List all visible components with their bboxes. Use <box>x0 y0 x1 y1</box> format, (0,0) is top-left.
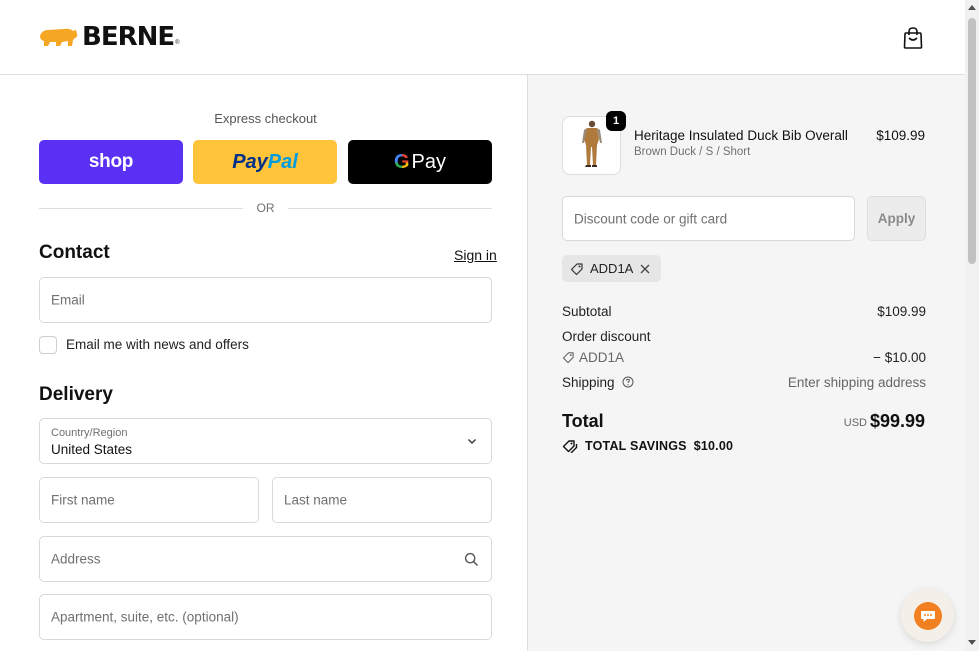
apartment-placeholder: Apartment, suite, etc. (optional) <box>51 609 239 625</box>
newsletter-label[interactable]: Email me with news and offers <box>66 337 249 352</box>
page-scrollbar[interactable] <box>965 0 979 651</box>
or-divider: OR <box>39 200 492 216</box>
email-placeholder: Email <box>51 292 85 308</box>
subtotal-label: Subtotal <box>562 304 612 319</box>
registered-mark: ® <box>175 40 180 46</box>
contact-heading: Contact <box>39 242 110 263</box>
shipping-label: Shipping <box>562 375 615 390</box>
savings-tag-icon <box>562 440 578 453</box>
brand-name: BERNE <box>82 22 175 52</box>
first-name-field[interactable]: First name <box>39 477 259 523</box>
paypal-pal-text: Pal <box>267 150 298 173</box>
applied-code-text: ADD1A <box>590 261 634 276</box>
scroll-down-arrow-icon[interactable] <box>968 640 976 645</box>
checkout-form: Express checkout shop Pay Pal G Pay OR Co… <box>0 75 527 651</box>
chat-widget-button[interactable] <box>901 589 954 642</box>
discount-placeholder: Discount code or gift card <box>574 211 728 226</box>
tag-icon <box>570 262 583 275</box>
apply-discount-button[interactable]: Apply <box>867 196 926 241</box>
quantity-badge: 1 <box>606 111 626 131</box>
last-name-placeholder: Last name <box>284 492 348 508</box>
subtotal-row: Subtotal $109.99 <box>562 304 926 319</box>
discount-code-row: ADD1A − $10.00 <box>562 350 926 365</box>
country-label: Country/Region <box>51 427 128 439</box>
paypal-pay-text: Pay <box>232 150 268 173</box>
order-summary: 1 Heritage Insulated Duck Bib Overall Br… <box>527 75 965 651</box>
discount-code-text: ADD1A <box>579 350 625 365</box>
subtotal-value: $109.99 <box>877 304 926 319</box>
google-pay-label: Pay <box>411 150 447 173</box>
bear-logo-icon <box>40 28 78 46</box>
total-savings: TOTAL SAVINGS $10.00 <box>562 439 733 453</box>
remove-discount-icon[interactable] <box>639 263 651 275</box>
paypal-button[interactable]: Pay Pal <box>193 140 337 184</box>
apartment-field[interactable]: Apartment, suite, etc. (optional) <box>39 594 492 640</box>
total-currency: USD <box>843 417 867 429</box>
shop-pay-label: shop <box>88 151 134 172</box>
country-value: United States <box>51 442 133 457</box>
savings-value: $10.00 <box>693 439 734 453</box>
shipping-row: Shipping Enter shipping address <box>562 375 926 390</box>
total-label: Total <box>562 411 604 431</box>
chevron-down-icon <box>468 439 476 444</box>
applied-discount-chip: ADD1A <box>562 255 662 282</box>
google-g-icon: G <box>393 150 410 173</box>
discount-code-field[interactable]: Discount code or gift card <box>562 196 855 241</box>
tag-icon <box>562 352 574 364</box>
scrollbar-thumb[interactable] <box>968 18 976 264</box>
country-select[interactable]: Country/Region United States <box>39 418 492 464</box>
google-pay-button[interactable]: G Pay <box>348 140 492 184</box>
first-name-placeholder: First name <box>51 492 115 508</box>
express-checkout-label: Express checkout <box>214 111 317 126</box>
product-price: $109.99 <box>876 128 925 143</box>
total-value: $99.99 <box>869 411 925 431</box>
header: BERNE ® <box>0 0 965 75</box>
order-discount-label: Order discount <box>562 329 651 344</box>
scroll-up-arrow-icon[interactable] <box>968 5 976 10</box>
shopping-bag-icon[interactable] <box>902 26 924 50</box>
search-icon <box>464 552 479 567</box>
berne-logo[interactable]: BERNE ® <box>38 24 180 50</box>
order-discount-row: Order discount <box>562 329 926 344</box>
delivery-heading: Delivery <box>39 384 113 405</box>
email-field[interactable]: Email <box>39 277 492 323</box>
shop-pay-button[interactable]: shop <box>39 140 183 184</box>
address-placeholder: Address <box>51 551 101 567</box>
chat-bubble-icon <box>913 601 942 630</box>
savings-label: TOTAL SAVINGS <box>585 439 687 453</box>
product-variant: Brown Duck / S / Short <box>634 146 751 158</box>
help-icon[interactable] <box>622 376 634 388</box>
shipping-value: Enter shipping address <box>787 375 926 390</box>
last-name-field[interactable]: Last name <box>272 477 492 523</box>
sign-in-link[interactable]: Sign in <box>454 247 497 263</box>
newsletter-checkbox[interactable] <box>39 336 57 354</box>
product-name: Heritage Insulated Duck Bib Overall <box>634 128 848 143</box>
divider-line-right <box>288 208 492 209</box>
address-field[interactable]: Address <box>39 536 492 582</box>
discount-amount: − $10.00 <box>873 350 926 365</box>
